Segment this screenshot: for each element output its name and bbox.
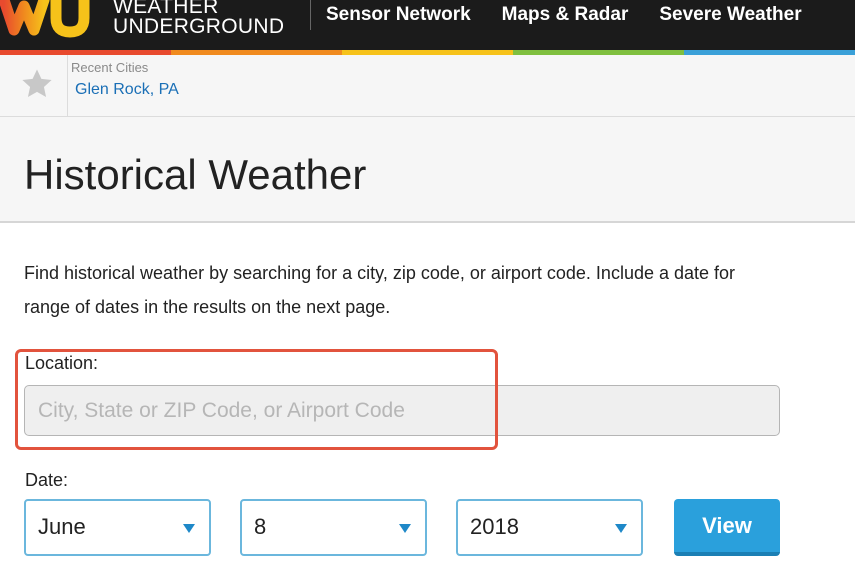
top-nav-bar: WEATHER UNDERGROUND Sensor Network Maps …	[0, 0, 855, 50]
nav-maps-radar[interactable]: Maps & Radar	[502, 4, 629, 26]
nav-severe-weather[interactable]: Severe Weather	[659, 4, 801, 26]
chevron-down-icon	[399, 524, 411, 533]
year-select[interactable]: 2018	[456, 499, 643, 556]
month-value: June	[38, 514, 86, 539]
main-nav: Sensor Network Maps & Radar Severe Weath…	[326, 4, 802, 26]
day-select[interactable]: 8	[240, 499, 427, 556]
intro-text: Find historical weather by searching for…	[24, 256, 855, 324]
year-value: 2018	[470, 514, 519, 539]
page-header: Historical Weather	[0, 117, 855, 223]
favorite-star-button[interactable]	[0, 55, 68, 116]
chevron-down-icon	[615, 524, 627, 533]
wu-logo-mark-icon	[0, 0, 90, 38]
logo-line-2: UNDERGROUND	[113, 15, 285, 38]
view-button[interactable]: View	[674, 499, 780, 556]
location-label: Location:	[25, 353, 99, 373]
intro-line-2: range of dates in the results on the nex…	[24, 297, 391, 317]
chevron-down-icon	[183, 524, 195, 533]
page-title: Historical Weather	[24, 151, 367, 198]
recent-cities-bar: Recent Cities Glen Rock, PA	[0, 55, 855, 117]
recent-cities-label: Recent Cities	[71, 60, 149, 75]
logo-wordmark: WEATHER UNDERGROUND	[113, 0, 284, 37]
nav-sensor-network[interactable]: Sensor Network	[326, 4, 471, 26]
intro-line-1: Find historical weather by searching for…	[24, 263, 736, 283]
location-search-input[interactable]	[24, 385, 780, 436]
star-icon	[22, 69, 52, 98]
nav-divider	[310, 0, 311, 30]
month-select[interactable]: June	[24, 499, 211, 556]
date-label: Date:	[25, 470, 69, 490]
day-value: 8	[254, 514, 267, 539]
recent-city-link[interactable]: Glen Rock, PA	[75, 81, 179, 99]
wunderground-logo[interactable]: WEATHER UNDERGROUND	[0, 0, 290, 50]
